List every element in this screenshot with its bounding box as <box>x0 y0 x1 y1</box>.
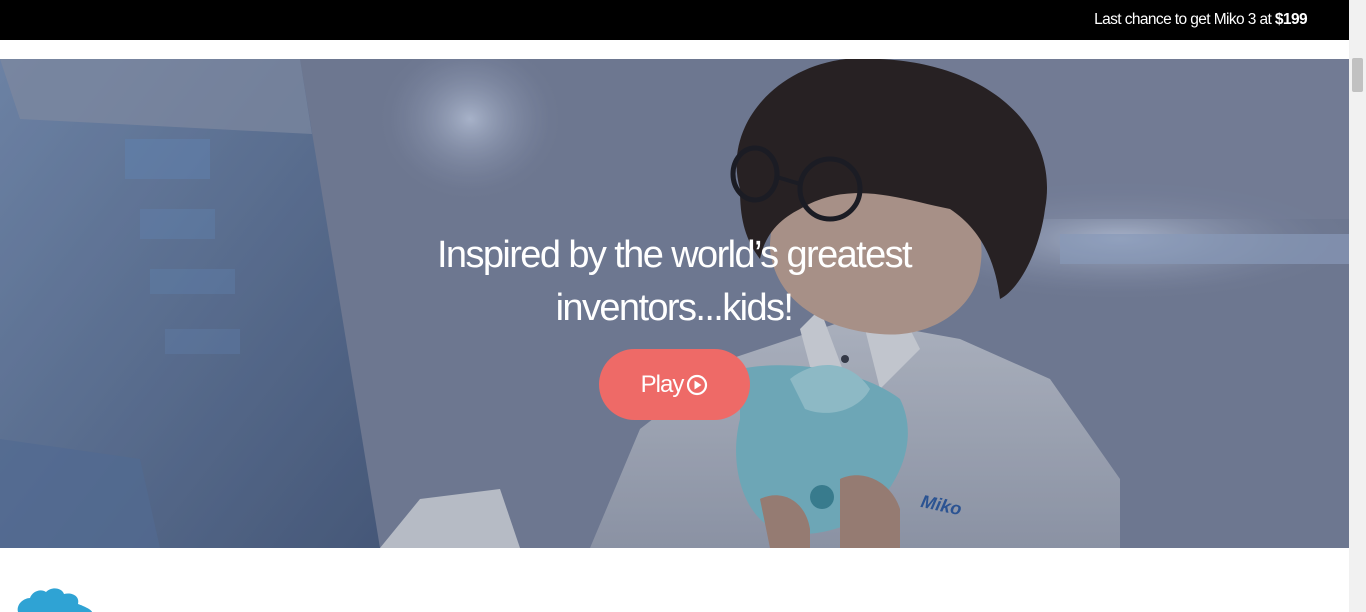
promo-text: Last chance to get Miko 3 at <box>1094 11 1272 28</box>
miko-blob-logo <box>17 588 93 612</box>
hero-headline-line-1: Inspired by the world’s greatest <box>436 234 913 276</box>
header-spacer <box>0 40 1349 59</box>
promo-price: $199 <box>1274 11 1308 28</box>
play-circle-icon <box>686 374 708 396</box>
play-video-button[interactable]: Play <box>599 349 750 420</box>
scrollbar-thumb[interactable] <box>1352 58 1363 92</box>
hero-headline-line-2: inventors...kids! <box>555 287 794 329</box>
hero-headline: Inspired by the world’s greatest invento… <box>374 229 974 335</box>
hero-section: Miko Inspired by the world’s greatest in… <box>0 59 1349 548</box>
play-button-label: Play <box>640 370 685 398</box>
promo-banner[interactable]: Last chance to get Miko 3 at $199 <box>0 0 1349 40</box>
